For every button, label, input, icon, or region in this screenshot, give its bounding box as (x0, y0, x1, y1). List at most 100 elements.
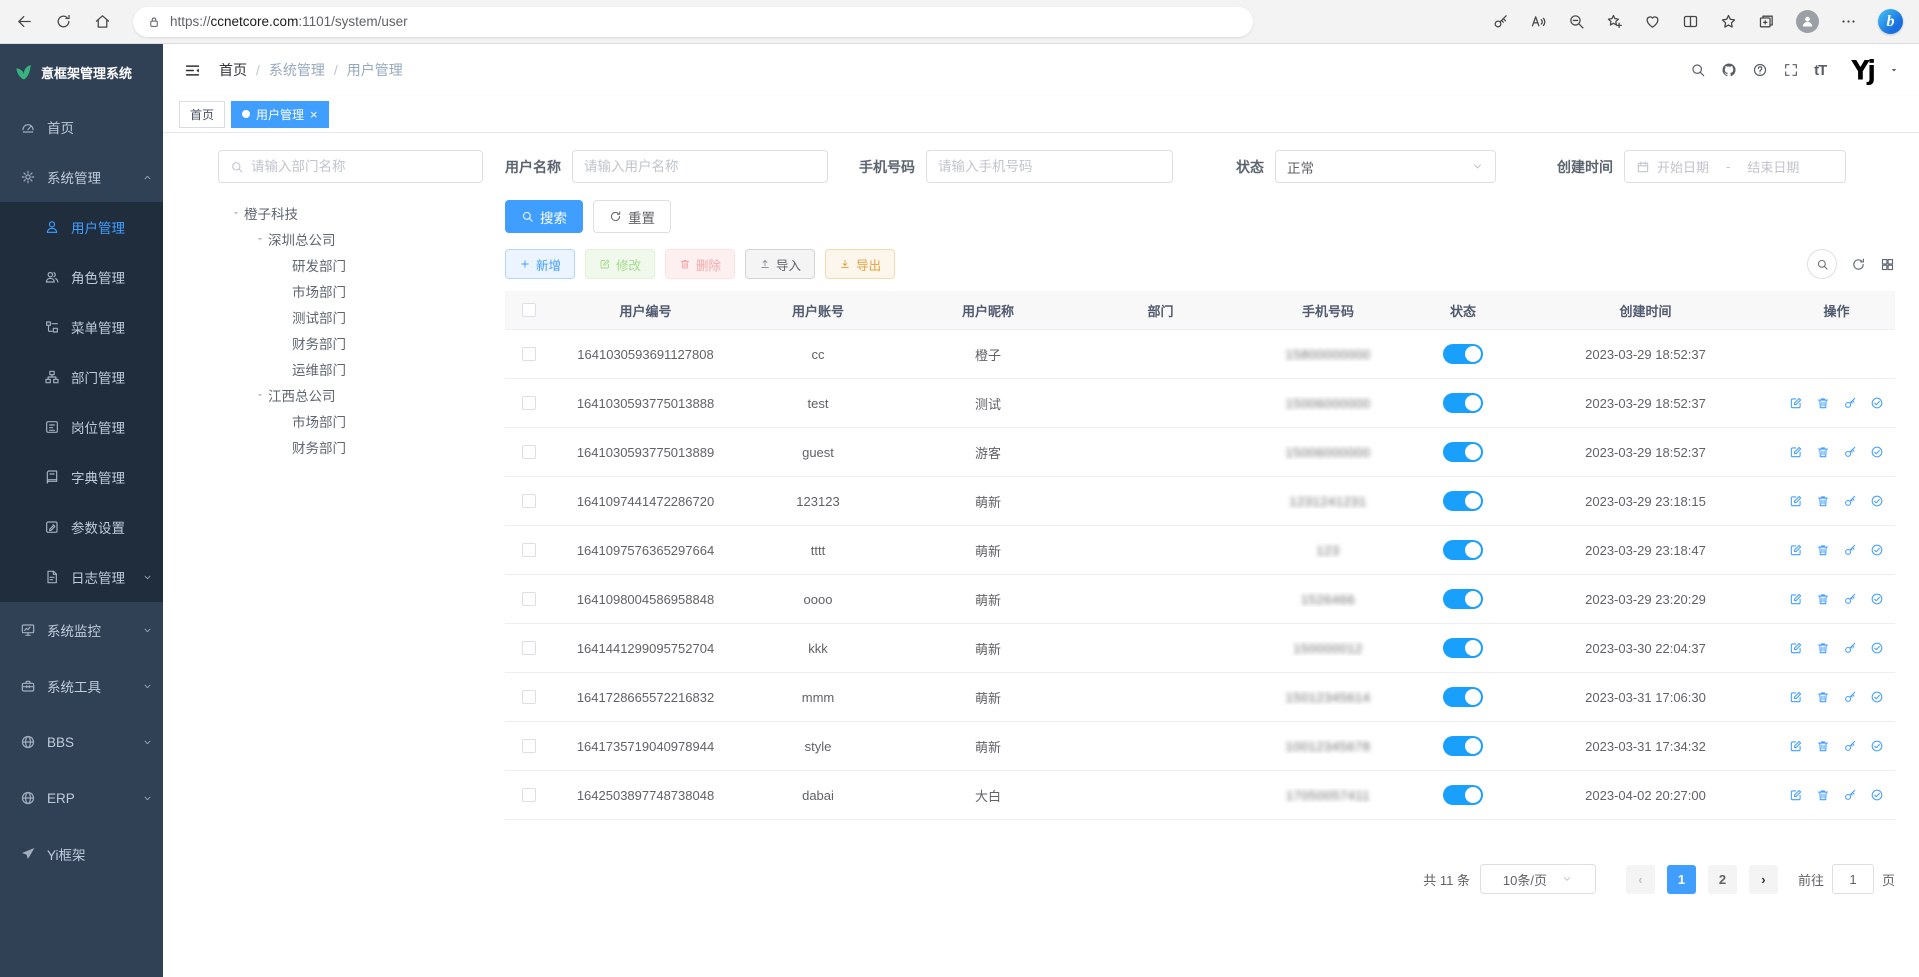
browser-back-icon[interactable] (16, 13, 33, 30)
tree-node[interactable]: 市场部门 (218, 408, 483, 434)
browser-profile-avatar[interactable] (1796, 10, 1819, 33)
sidebar-item[interactable]: 日志管理 (0, 552, 163, 602)
github-icon[interactable] (1721, 62, 1737, 78)
avatar-caret-icon[interactable] (1889, 65, 1899, 75)
row-assign-role-icon[interactable] (1870, 396, 1884, 410)
sidebar-fold-icon[interactable] (183, 61, 202, 80)
sidebar-item[interactable]: BBS (0, 714, 163, 770)
browser-home-icon[interactable] (94, 13, 111, 30)
row-assign-role-icon[interactable] (1870, 690, 1884, 704)
row-assign-role-icon[interactable] (1870, 445, 1884, 459)
status-toggle[interactable] (1443, 589, 1483, 609)
phone-input[interactable] (926, 150, 1173, 183)
username-field[interactable] (584, 159, 816, 174)
date-range-picker[interactable]: 开始日期 - 结束日期 (1624, 150, 1846, 183)
row-assign-role-icon[interactable] (1870, 641, 1884, 655)
sidebar-item[interactable]: ERP (0, 770, 163, 826)
row-edit-icon[interactable] (1789, 494, 1803, 508)
row-edit-icon[interactable] (1789, 641, 1803, 655)
tree-node[interactable]: 财务部门 (218, 434, 483, 460)
columns-grid-icon[interactable] (1880, 257, 1895, 272)
status-toggle[interactable] (1443, 785, 1483, 805)
sidebar-item[interactable]: 参数设置 (0, 502, 163, 552)
tree-node[interactable]: 运维部门 (218, 356, 483, 382)
tree-node[interactable]: 市场部门 (218, 278, 483, 304)
favorite-add-icon[interactable] (1606, 13, 1623, 30)
row-reset-password-icon[interactable] (1843, 445, 1857, 459)
row-checkbox[interactable] (522, 543, 536, 557)
tree-caret-icon[interactable] (252, 390, 268, 400)
user-avatar-logo[interactable]: Yj (1851, 55, 1874, 85)
address-bar[interactable]: https://ccnetcore.com:1101/system/user (133, 7, 1253, 37)
row-reset-password-icon[interactable] (1843, 494, 1857, 508)
row-edit-icon[interactable] (1789, 788, 1803, 802)
row-edit-icon[interactable] (1789, 445, 1803, 459)
tab-home[interactable]: 首页 (179, 101, 225, 128)
refresh-table-icon[interactable] (1851, 257, 1866, 272)
row-reset-password-icon[interactable] (1843, 396, 1857, 410)
row-checkbox[interactable] (522, 347, 536, 361)
row-edit-icon[interactable] (1789, 396, 1803, 410)
row-edit-icon[interactable] (1789, 592, 1803, 606)
collections-icon[interactable] (1758, 13, 1775, 30)
tree-node[interactable]: 研发部门 (218, 252, 483, 278)
reset-button[interactable]: 重置 (593, 200, 671, 233)
row-reset-password-icon[interactable] (1843, 641, 1857, 655)
row-delete-icon[interactable] (1816, 788, 1830, 802)
fullscreen-icon[interactable] (1783, 62, 1799, 78)
status-toggle[interactable] (1443, 736, 1483, 756)
row-delete-icon[interactable] (1816, 445, 1830, 459)
phone-field[interactable] (938, 159, 1161, 174)
tab-user-management[interactable]: 用户管理 × (231, 101, 329, 128)
sidebar-item[interactable]: 菜单管理 (0, 302, 163, 352)
row-edit-icon[interactable] (1789, 543, 1803, 557)
row-reset-password-icon[interactable] (1843, 592, 1857, 606)
row-delete-icon[interactable] (1816, 592, 1830, 606)
prev-page-button[interactable]: ‹ (1626, 865, 1655, 894)
row-reset-password-icon[interactable] (1843, 788, 1857, 802)
status-select[interactable]: 正常 (1275, 150, 1496, 183)
toggle-search-button[interactable] (1807, 249, 1837, 279)
sidebar-item[interactable]: 系统监控 (0, 602, 163, 658)
username-input[interactable] (572, 150, 828, 183)
row-assign-role-icon[interactable] (1870, 494, 1884, 508)
copilot-icon[interactable]: b (1878, 9, 1903, 34)
tree-node[interactable]: 测试部门 (218, 304, 483, 330)
row-assign-role-icon[interactable] (1870, 543, 1884, 557)
row-delete-icon[interactable] (1816, 494, 1830, 508)
status-toggle[interactable] (1443, 638, 1483, 658)
row-assign-role-icon[interactable] (1870, 739, 1884, 753)
font-size-icon[interactable]: tT (1814, 62, 1826, 79)
export-button[interactable]: 导出 (825, 249, 895, 279)
split-screen-icon[interactable] (1682, 13, 1699, 30)
row-delete-icon[interactable] (1816, 690, 1830, 704)
row-checkbox[interactable] (522, 592, 536, 606)
sidebar-item[interactable]: 角色管理 (0, 252, 163, 302)
row-delete-icon[interactable] (1816, 396, 1830, 410)
row-checkbox[interactable] (522, 396, 536, 410)
row-assign-role-icon[interactable] (1870, 592, 1884, 606)
tree-node[interactable]: 财务部门 (218, 330, 483, 356)
read-aloud-icon[interactable] (1530, 13, 1547, 30)
page-button[interactable]: 2 (1708, 865, 1737, 894)
search-button[interactable]: 搜索 (505, 200, 583, 233)
zoom-out-icon[interactable] (1568, 13, 1585, 30)
sidebar-item[interactable]: 字典管理 (0, 452, 163, 502)
tree-caret-icon[interactable] (228, 208, 244, 218)
header-search-icon[interactable] (1690, 62, 1706, 78)
dept-name-field[interactable] (251, 159, 471, 174)
dept-search-input[interactable] (218, 150, 483, 183)
sidebar-item[interactable]: 首页 (0, 102, 163, 152)
row-delete-icon[interactable] (1816, 641, 1830, 655)
status-toggle[interactable] (1443, 442, 1483, 462)
sidebar-item[interactable]: 岗位管理 (0, 402, 163, 452)
tree-node[interactable]: 橙子科技 (218, 200, 483, 226)
status-toggle[interactable] (1443, 687, 1483, 707)
row-reset-password-icon[interactable] (1843, 690, 1857, 704)
next-page-button[interactable]: › (1749, 865, 1778, 894)
add-button[interactable]: 新增 (505, 249, 575, 279)
row-reset-password-icon[interactable] (1843, 543, 1857, 557)
row-checkbox[interactable] (522, 641, 536, 655)
select-all-checkbox[interactable] (522, 303, 536, 317)
edit-button[interactable]: 修改 (585, 249, 655, 279)
